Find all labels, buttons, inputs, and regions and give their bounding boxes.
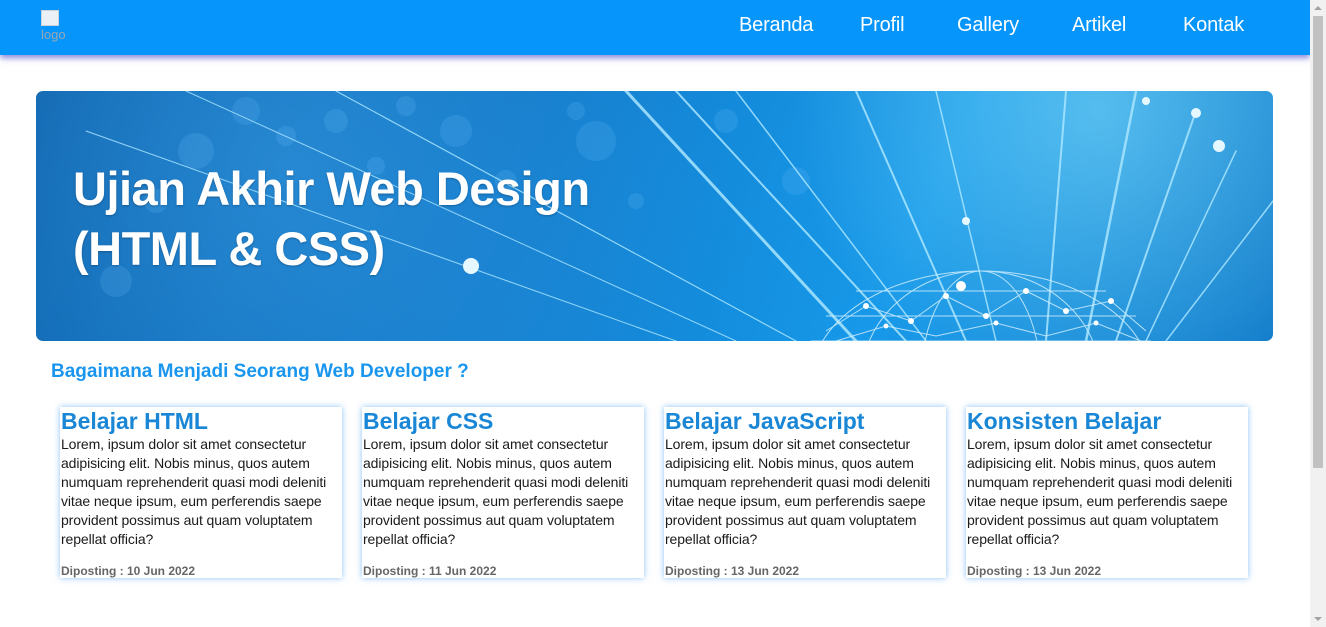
section-title: Bagaimana Menjadi Seorang Web Developer … [51, 361, 469, 382]
nav-item-gallery[interactable]: Gallery [957, 14, 1019, 37]
vertical-scrollbar[interactable] [1310, 0, 1326, 627]
card-title[interactable]: Konsisten Belajar [966, 407, 1248, 435]
card-title[interactable]: Belajar CSS [362, 407, 644, 435]
nav-item-beranda[interactable]: Beranda [739, 14, 813, 37]
scroll-up-arrow-icon[interactable] [1310, 0, 1326, 16]
scrollbar-thumb[interactable] [1313, 16, 1323, 468]
card-date: Diposting : 11 Jun 2022 [363, 564, 497, 578]
hero-banner: Ujian Akhir Web Design (HTML & CSS) [36, 91, 1273, 341]
hero-title: Ujian Akhir Web Design (HTML & CSS) [73, 162, 590, 275]
card-date: Diposting : 13 Jun 2022 [665, 564, 800, 578]
card-body: Lorem, ipsum dolor sit amet consectetur … [967, 436, 1233, 547]
card-body: Lorem, ipsum dolor sit amet consectetur … [61, 436, 327, 547]
scroll-down-arrow-icon[interactable] [1310, 611, 1326, 627]
nav-item-artikel[interactable]: Artikel [1072, 14, 1126, 37]
article-card[interactable]: Konsisten Belajar Lorem, ipsum dolor sit… [966, 407, 1248, 578]
card-date: Diposting : 13 Jun 2022 [967, 564, 1102, 578]
card-body: Lorem, ipsum dolor sit amet consectetur … [665, 436, 931, 547]
navbar: logo Beranda Profil Gallery Artikel Kont… [0, 0, 1310, 55]
article-card[interactable]: Belajar JavaScript Lorem, ipsum dolor si… [664, 407, 946, 578]
article-card[interactable]: Belajar HTML Lorem, ipsum dolor sit amet… [60, 407, 342, 578]
card-title[interactable]: Belajar JavaScript [664, 407, 946, 435]
nav-item-profil[interactable]: Profil [860, 14, 905, 37]
main-nav: Beranda Profil Gallery Artikel Kontak [0, 0, 1310, 55]
nav-item-kontak[interactable]: Kontak [1183, 14, 1244, 37]
card-title[interactable]: Belajar HTML [60, 407, 342, 435]
card-date: Diposting : 10 Jun 2022 [61, 564, 196, 578]
page: logo Beranda Profil Gallery Artikel Kont… [0, 0, 1310, 627]
article-card[interactable]: Belajar CSS Lorem, ipsum dolor sit amet … [362, 407, 644, 578]
card-body: Lorem, ipsum dolor sit amet consectetur … [363, 436, 629, 547]
